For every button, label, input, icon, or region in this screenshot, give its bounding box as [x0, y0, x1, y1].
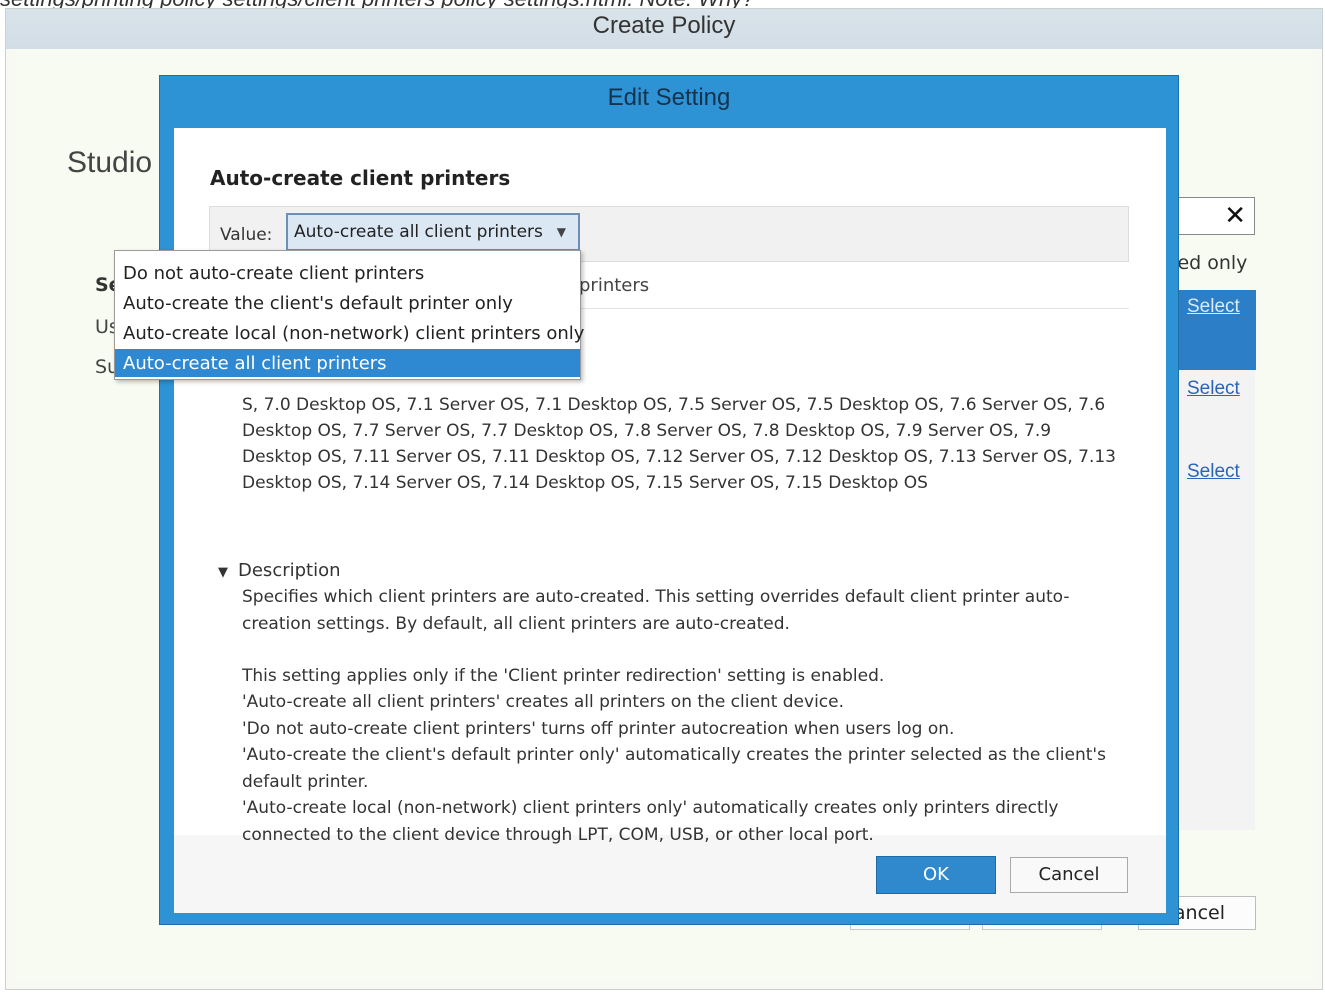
- dialog-content: Auto-create client printers Value: Auto-…: [174, 128, 1166, 913]
- top-caption: settings/printing policy settings/client…: [0, 0, 1325, 8]
- close-icon[interactable]: ✕: [1224, 202, 1246, 230]
- select-link[interactable]: Select: [1187, 296, 1240, 318]
- dropdown-option-do-not-auto-create[interactable]: Do not auto-create client printers: [115, 259, 580, 289]
- chevron-down-icon: ▼: [556, 225, 566, 239]
- ok-button[interactable]: OK: [876, 856, 996, 894]
- view-selected-only[interactable]: ted only: [1170, 252, 1247, 274]
- dropdown-option-all-printers[interactable]: Auto-create all client printers: [115, 349, 580, 377]
- description-paragraph: 'Do not auto-create client printers' tur…: [242, 719, 955, 739]
- description-header: Description: [238, 560, 341, 581]
- cancel-button[interactable]: Cancel: [1010, 857, 1128, 893]
- value-dropdown[interactable]: Auto-create all client printers ▼: [286, 213, 580, 251]
- select-link[interactable]: Select: [1187, 378, 1240, 400]
- value-dropdown-text: Auto-create all client printers: [294, 222, 543, 242]
- value-dropdown-list: Do not auto-create client printers Auto-…: [114, 250, 584, 380]
- dialog-scroll-area: Auto-create client printers Value: Auto-…: [174, 128, 1166, 845]
- description-paragraph: This setting applies only if the 'Client…: [242, 666, 885, 686]
- dialog-title: Edit Setting: [607, 84, 731, 111]
- select-link[interactable]: Select: [1187, 461, 1240, 483]
- value-label: Value:: [220, 225, 273, 245]
- description-paragraph: 'Auto-create the client's default printe…: [242, 745, 1106, 792]
- caret-down-icon: ▼: [218, 565, 228, 580]
- partially-hidden-text: printers: [579, 275, 650, 296]
- description-paragraph: Specifies which client printers are auto…: [242, 587, 1070, 634]
- dropdown-option-local-printers-only[interactable]: Auto-create local (non-network) client p…: [115, 319, 584, 349]
- edit-setting-dialog: Edit Setting Auto-create client printers…: [159, 75, 1179, 925]
- dropdown-option-default-printer-only[interactable]: Auto-create the client's default printer…: [115, 289, 580, 319]
- studio-heading: Studio: [67, 146, 153, 179]
- description-paragraph: 'Auto-create all client printers' create…: [242, 692, 845, 712]
- setting-title: Auto-create client printers: [210, 166, 511, 190]
- description-toggle[interactable]: ▼ Description: [218, 560, 341, 581]
- settings-list: Select Select Select: [1170, 290, 1256, 830]
- description-paragraph: 'Auto-create local (non-network) client …: [242, 798, 1059, 845]
- applies-to-versions: S, 7.0 Desktop OS, 7.1 Server OS, 7.1 De…: [242, 395, 1116, 493]
- window-title: Create Policy: [6, 9, 1322, 49]
